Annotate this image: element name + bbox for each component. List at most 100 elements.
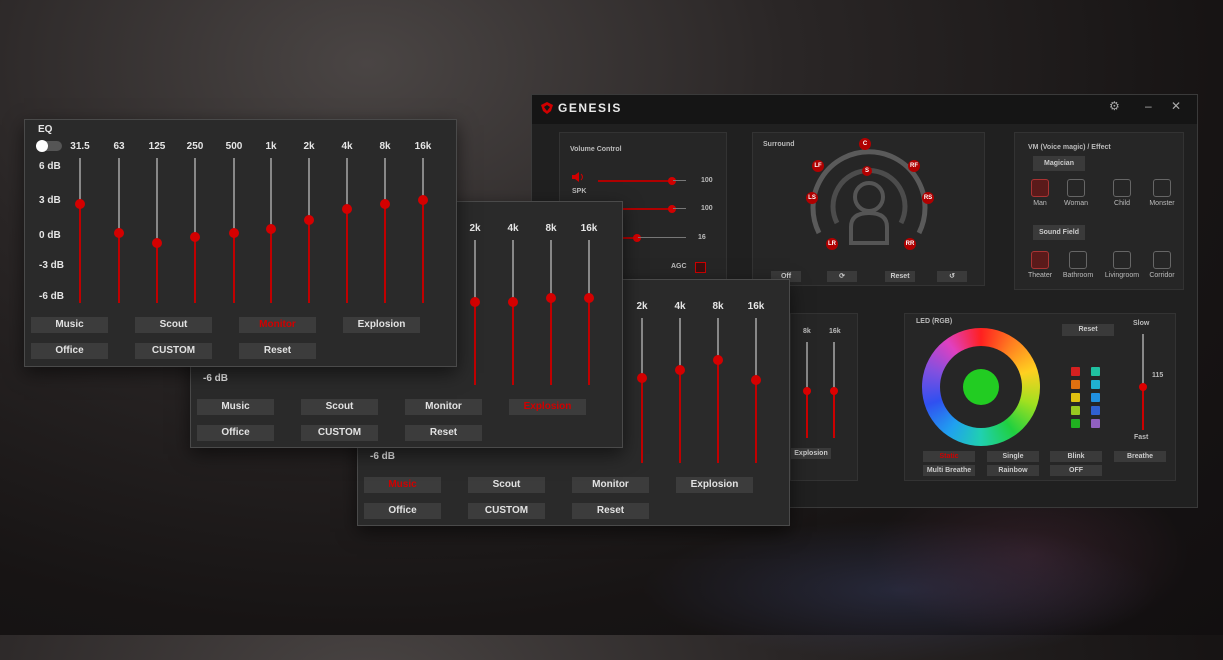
preset-office-button[interactable]: Office	[364, 503, 441, 519]
eq-slider-2k[interactable]	[470, 240, 480, 385]
reset-button[interactable]: Reset	[405, 425, 482, 441]
preset-music-button[interactable]: Music	[364, 477, 441, 493]
preset-office-button[interactable]: Office	[197, 425, 274, 441]
mode-blink-button[interactable]: Blink	[1050, 451, 1102, 462]
undo-icon[interactable]: ↺	[937, 271, 967, 282]
rotate-icon[interactable]: ⟳	[827, 271, 857, 282]
color-swatch[interactable]	[1091, 419, 1100, 428]
eq-slider-knob[interactable]	[751, 375, 761, 386]
preset-custom-button[interactable]: CUSTOM	[135, 343, 212, 359]
eq-slider-knob[interactable]	[584, 292, 594, 303]
eq-slider-knob[interactable]	[546, 292, 556, 303]
mode-breathe-button[interactable]: Breathe	[1114, 451, 1166, 462]
close-button[interactable]: ✕	[1171, 99, 1181, 113]
eq-slider-knob[interactable]	[713, 354, 723, 365]
color-swatch[interactable]	[1091, 393, 1100, 402]
preset-explosion-button[interactable]: Explosion	[343, 317, 420, 333]
color-swatch[interactable]	[1071, 393, 1080, 402]
eq-slider-8k[interactable]	[546, 240, 556, 385]
speaker-lr-button[interactable]: LR	[826, 238, 838, 250]
eq-slider-63[interactable]	[114, 158, 124, 303]
eq-slider-2k[interactable]	[304, 158, 314, 303]
eq-slider-500[interactable]	[229, 158, 239, 303]
mode-rainbow-button[interactable]: Rainbow	[987, 465, 1039, 476]
eq-slider-knob[interactable]	[508, 297, 518, 308]
eq-slider-knob[interactable]	[152, 237, 162, 248]
spk-volume-slider[interactable]	[598, 177, 686, 185]
eq-slider-4k[interactable]	[675, 318, 685, 463]
speaker-rr-button[interactable]: RR	[904, 238, 916, 250]
eq-slider-16k[interactable]	[418, 158, 428, 303]
preset-monitor-button[interactable]: Monitor	[239, 317, 316, 333]
eq-slider-1k[interactable]	[266, 158, 276, 303]
field-bathroom[interactable]: Bathroom	[1053, 251, 1103, 279]
eq-toggle-switch[interactable]	[36, 140, 62, 152]
color-swatch[interactable]	[1071, 406, 1080, 415]
led-reset-button[interactable]: Reset	[1062, 324, 1114, 336]
color-swatch[interactable]	[1091, 380, 1100, 389]
preset-explosion-button[interactable]: Explosion	[676, 477, 753, 493]
eq-slider-4k[interactable]	[508, 240, 518, 385]
speaker-lf-button[interactable]: LF	[812, 160, 824, 172]
app-explosion-button[interactable]: Explosion	[791, 448, 831, 459]
reset-button[interactable]: Reset	[572, 503, 649, 519]
eq-slider-knob[interactable]	[266, 223, 276, 234]
led-speed-slider[interactable]	[1139, 334, 1147, 430]
app-eq-slider-16k[interactable]	[830, 342, 838, 438]
eq-slider-4k[interactable]	[342, 158, 352, 303]
eq-slider-knob[interactable]	[470, 297, 480, 308]
surround-reset-button[interactable]: Reset	[885, 271, 915, 282]
eq-slider-knob[interactable]	[342, 204, 352, 215]
eq-slider-knob[interactable]	[190, 232, 200, 243]
minimize-button[interactable]: –	[1145, 99, 1152, 113]
speaker-s-button[interactable]: S	[862, 166, 872, 176]
eq-slider-knob[interactable]	[75, 198, 85, 209]
preset-monitor-button[interactable]: Monitor	[405, 399, 482, 415]
voice-monster[interactable]: Monster	[1137, 179, 1187, 207]
eq-slider-125[interactable]	[152, 158, 162, 303]
mode-single-button[interactable]: Single	[987, 451, 1039, 462]
preset-custom-button[interactable]: CUSTOM	[468, 503, 545, 519]
preset-music-button[interactable]: Music	[197, 399, 274, 415]
eq-slider-16k[interactable]	[584, 240, 594, 385]
eq-slider-knob[interactable]	[114, 228, 124, 239]
sound-field-button[interactable]: Sound Field	[1033, 225, 1085, 240]
eq-slider-2k[interactable]	[637, 318, 647, 463]
field-corridor[interactable]: Corridor	[1137, 251, 1187, 279]
preset-monitor-button[interactable]: Monitor	[572, 477, 649, 493]
preset-scout-button[interactable]: Scout	[468, 477, 545, 493]
color-swatch[interactable]	[1091, 367, 1100, 376]
speaker-rs-button[interactable]: RS	[922, 192, 934, 204]
preset-music-button[interactable]: Music	[31, 317, 108, 333]
eq-slider-31.5[interactable]	[75, 158, 85, 303]
magician-button[interactable]: Magician	[1033, 156, 1085, 171]
eq-slider-knob[interactable]	[304, 215, 314, 226]
eq-slider-16k[interactable]	[751, 318, 761, 463]
eq-slider-knob[interactable]	[675, 365, 685, 376]
voice-woman[interactable]: Woman	[1051, 179, 1101, 207]
agc-checkbox[interactable]	[695, 262, 706, 273]
mode-static-button[interactable]: Static	[923, 451, 975, 462]
eq-slider-250[interactable]	[190, 158, 200, 303]
speaker-rf-button[interactable]: RF	[908, 160, 920, 172]
reset-button[interactable]: Reset	[239, 343, 316, 359]
preset-office-button[interactable]: Office	[31, 343, 108, 359]
eq-slider-knob[interactable]	[229, 228, 239, 239]
app-eq-slider-8k[interactable]	[803, 342, 811, 438]
preset-scout-button[interactable]: Scout	[135, 317, 212, 333]
mode-multi-breathe-button[interactable]: Multi Breathe	[923, 465, 975, 476]
preset-custom-button[interactable]: CUSTOM	[301, 425, 378, 441]
preset-scout-button[interactable]: Scout	[301, 399, 378, 415]
eq-slider-8k[interactable]	[713, 318, 723, 463]
speaker-c-button[interactable]: C	[859, 138, 871, 150]
eq-slider-8k[interactable]	[380, 158, 390, 303]
settings-icon[interactable]: ⚙	[1109, 99, 1120, 113]
speaker-ls-button[interactable]: LS	[806, 192, 818, 204]
color-swatch[interactable]	[1071, 367, 1080, 376]
color-swatch[interactable]	[1071, 419, 1080, 428]
preset-explosion-button[interactable]: Explosion	[509, 399, 586, 415]
color-swatch[interactable]	[1071, 380, 1080, 389]
eq-slider-knob[interactable]	[380, 198, 390, 209]
mode-off-button[interactable]: OFF	[1050, 465, 1102, 476]
eq-slider-knob[interactable]	[418, 194, 428, 205]
